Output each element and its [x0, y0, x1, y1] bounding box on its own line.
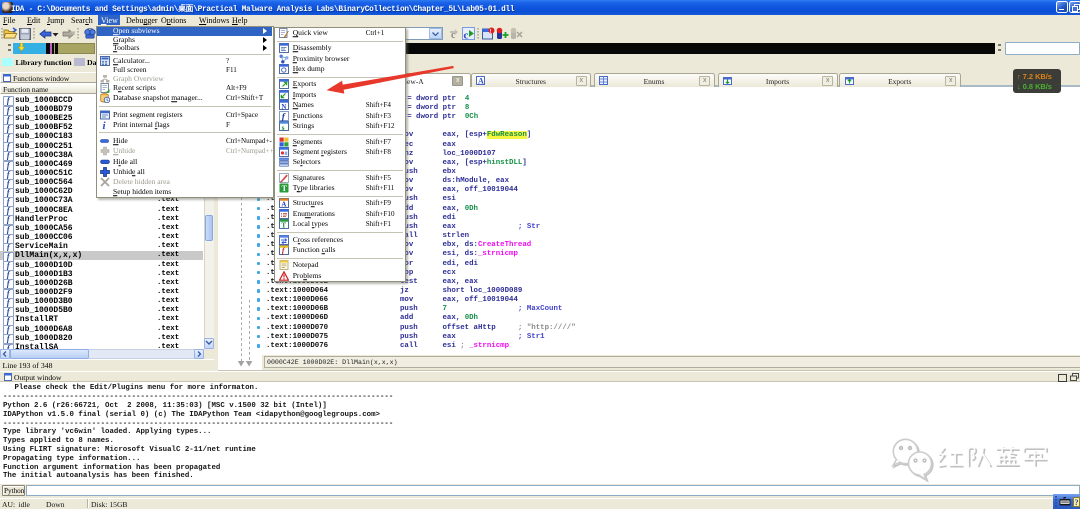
svg-text:i: i [103, 120, 107, 130]
svg-text:T: T [282, 222, 287, 229]
svg-text:N: N [282, 103, 287, 110]
svg-text:A: A [282, 201, 287, 208]
svg-text:c: c [463, 29, 468, 40]
svg-text:!: ! [490, 29, 492, 35]
svg-text:s: s [282, 123, 285, 131]
svg-text:T: T [282, 184, 288, 193]
svg-text:A: A [478, 76, 484, 85]
